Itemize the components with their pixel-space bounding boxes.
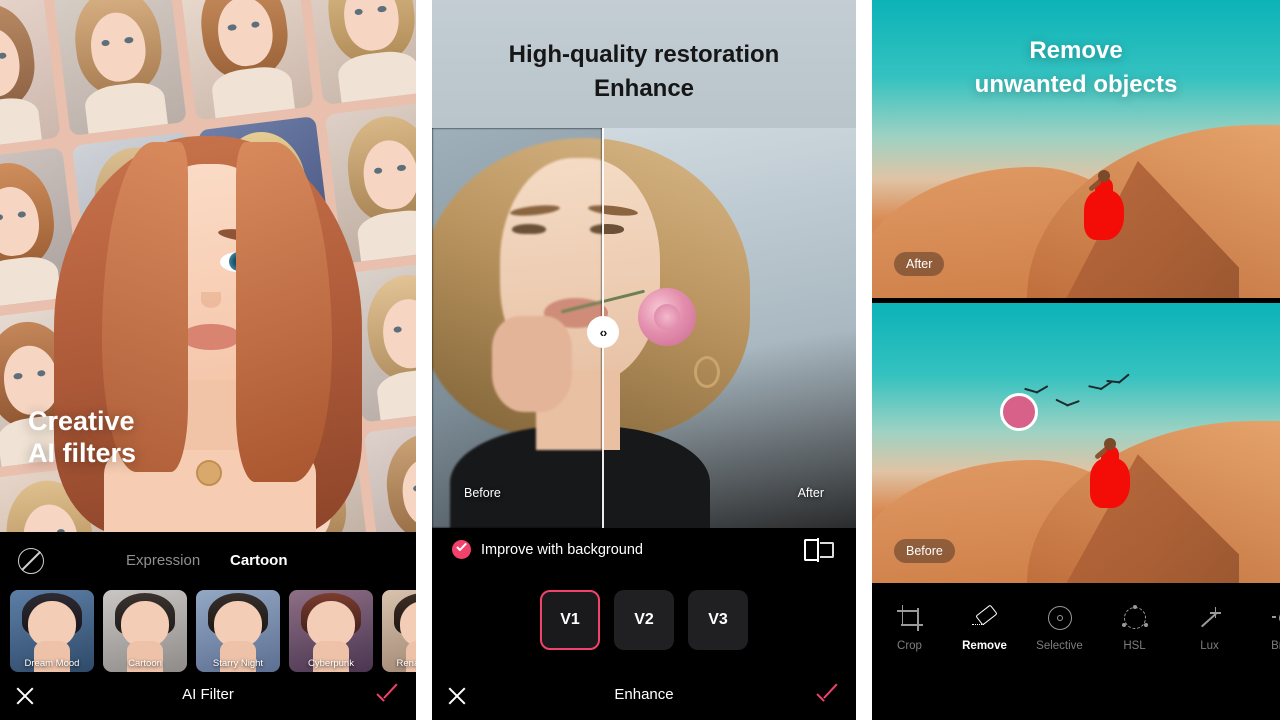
footer-title: Enhance xyxy=(614,686,674,703)
version-button-v2[interactable]: V2 xyxy=(614,590,674,650)
crop-icon xyxy=(896,605,923,631)
remove-brush-cursor[interactable] xyxy=(1000,393,1038,431)
filter-chip-label: Starry Night xyxy=(212,658,264,669)
enhance-title: High-quality restoration Enhance xyxy=(432,38,856,106)
tool-label: Brigh xyxy=(1271,640,1280,652)
filter-chip-label: Cartoon xyxy=(128,658,162,669)
tool-crop[interactable]: Crop xyxy=(872,605,947,652)
tool-label: Lux xyxy=(1200,640,1219,652)
filter-chip-cartoon[interactable]: Cartoon xyxy=(103,590,187,672)
enhance-footer: Enhance xyxy=(432,672,856,720)
ai-filter-control-bar: Expression Cartoon Dream Mood Cartoon St… xyxy=(0,532,416,720)
enhance-header: High-quality restoration Enhance xyxy=(432,0,856,128)
filter-chip-label: Cyberpunk xyxy=(308,658,354,669)
enhance-title-line-2: Enhance xyxy=(593,75,695,103)
tool-label: Crop xyxy=(897,640,922,652)
ai-filter-caption: Creative AI filters xyxy=(28,406,136,470)
screen-ai-filter: Creative AI filters Expression Cartoon D… xyxy=(0,0,416,720)
tool-label: HSL xyxy=(1123,640,1146,652)
before-after-compare-view[interactable]: ‹› Before After xyxy=(432,128,856,528)
hsl-ring-icon xyxy=(1121,605,1148,631)
caption-line-2: AI filters xyxy=(28,438,137,469)
brightness-sun-icon xyxy=(1271,605,1280,631)
check-icon[interactable] xyxy=(376,686,402,704)
enhance-control-bar: Improve with background V1 V2 V3 Enhance xyxy=(432,528,856,720)
compare-split-icon[interactable] xyxy=(804,538,834,562)
tool-selective[interactable]: Selective xyxy=(1022,605,1097,652)
tool-lux[interactable]: Lux xyxy=(1172,605,1247,652)
before-image xyxy=(432,128,602,528)
red-dress-figure xyxy=(1084,170,1124,240)
caption-line-1: Creative xyxy=(28,406,135,437)
before-label: Before xyxy=(464,486,501,500)
improve-with-background-option[interactable]: Improve with background xyxy=(452,540,643,559)
tool-hsl[interactable]: HSL xyxy=(1097,605,1172,652)
remove-toolbar: Crop Remove Selective HSL Lux B xyxy=(872,583,1280,720)
version-button-v1[interactable]: V1 xyxy=(540,590,600,650)
remove-before-preview[interactable]: Before xyxy=(872,303,1280,583)
footer-title: AI Filter xyxy=(182,686,234,703)
after-image xyxy=(602,128,856,528)
check-icon[interactable] xyxy=(816,686,842,704)
magic-wand-icon xyxy=(1197,605,1223,631)
filter-chip-label: Renaissance xyxy=(396,658,416,669)
screen-enhance: High-quality restoration Enhance ‹› Befo… xyxy=(432,0,856,720)
tool-label: Remove xyxy=(962,640,1007,652)
edit-tools-list[interactable]: Crop Remove Selective HSL Lux B xyxy=(872,604,1280,652)
bird-icon xyxy=(1055,397,1082,409)
before-badge: Before xyxy=(894,539,955,563)
after-badge: After xyxy=(894,252,945,276)
screenshot-root: Creative AI filters Expression Cartoon D… xyxy=(0,0,1280,720)
ai-filter-preview[interactable]: Creative AI filters xyxy=(0,0,416,532)
eraser-icon xyxy=(971,604,998,631)
no-filter-icon[interactable] xyxy=(18,548,44,574)
enhance-title-line-1: High-quality restoration xyxy=(508,41,780,68)
tab-cartoon[interactable]: Cartoon xyxy=(230,552,288,569)
after-label: After xyxy=(797,486,824,500)
filter-chip-starry-night[interactable]: Starry Night xyxy=(196,590,280,672)
remove-after-preview[interactable]: Remove unwanted objects After xyxy=(872,0,1280,298)
selective-target-icon xyxy=(1047,605,1073,631)
filter-category-tabs: Expression Cartoon xyxy=(0,540,416,582)
version-selector: V1 V2 V3 xyxy=(432,590,856,650)
filter-thumbnail-strip[interactable]: Dream Mood Cartoon Starry Night Cyberpun… xyxy=(0,590,416,672)
tool-remove[interactable]: Remove xyxy=(947,604,1022,652)
checked-radio-icon[interactable] xyxy=(452,540,471,559)
filter-chip-label: Dream Mood xyxy=(24,658,80,669)
remove-title-line-2: unwanted objects xyxy=(974,71,1178,99)
ai-filter-footer: AI Filter xyxy=(0,672,416,720)
tool-brightness[interactable]: Brigh xyxy=(1247,605,1280,652)
option-label: Improve with background xyxy=(481,541,643,558)
red-dress-figure xyxy=(1090,438,1130,508)
remove-title-line-1: Remove xyxy=(1029,37,1123,64)
remove-title: Remove unwanted objects xyxy=(872,34,1280,102)
filter-chip-renaissance[interactable]: Renaissance xyxy=(382,590,416,672)
compare-slider-handle[interactable]: ‹› xyxy=(587,316,619,348)
screen-remove: Remove unwanted objects After Before Cro… xyxy=(872,0,1280,720)
filter-chip-dream-mood[interactable]: Dream Mood xyxy=(10,590,94,672)
tool-label: Selective xyxy=(1036,640,1083,652)
version-button-v3[interactable]: V3 xyxy=(688,590,748,650)
tab-expression[interactable]: Expression xyxy=(126,552,200,569)
filter-chip-cyberpunk[interactable]: Cyberpunk xyxy=(289,590,373,672)
